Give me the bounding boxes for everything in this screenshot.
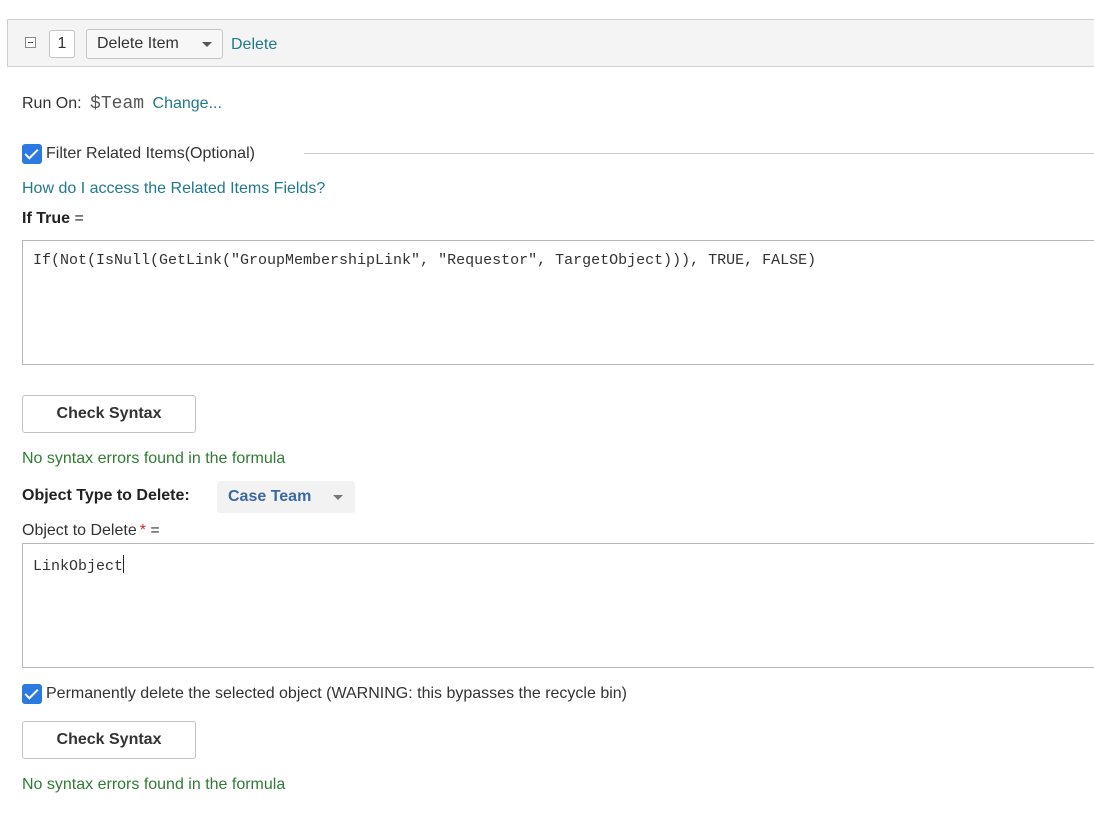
filter-formula-text: If(Not(IsNull(GetLink("GroupMembershipLi… (33, 252, 817, 269)
divider (304, 153, 1094, 154)
action-type-select[interactable]: Delete Item (86, 29, 223, 59)
syntax-status-2: No syntax errors found in the formula (22, 776, 286, 793)
check-syntax-button[interactable]: Check Syntax (22, 395, 196, 433)
syntax-status: No syntax errors found in the formula (22, 450, 286, 467)
chevron-down-icon (202, 42, 212, 47)
run-on-row: Run On: $Team Change... (22, 94, 222, 114)
object-to-delete-eq: = (145, 522, 160, 539)
object-to-delete-text: Object to Delete (22, 522, 137, 539)
if-true-eq: = (70, 210, 84, 227)
filter-checkbox[interactable] (22, 144, 42, 164)
filter-formula-editor[interactable]: If(Not(IsNull(GetLink("GroupMembershipLi… (22, 240, 1094, 365)
permanent-delete-checkbox[interactable] (22, 684, 42, 704)
permanent-delete-label: Permanently delete the selected object (… (46, 685, 627, 702)
run-on-label: Run On: (22, 95, 82, 112)
run-on-value: $Team (90, 94, 145, 114)
object-type-label: Object Type to Delete: (22, 487, 190, 504)
filter-label: Filter Related Items(Optional) (46, 145, 255, 162)
text-cursor (123, 555, 125, 573)
delete-step-link[interactable]: Delete (231, 36, 277, 54)
object-to-delete-label: Object to Delete * = (22, 522, 160, 540)
object-type-value: Case Team (228, 488, 312, 505)
step-header: 1 Delete Item Delete (7, 19, 1094, 67)
object-type-select[interactable]: Case Team (217, 481, 355, 513)
change-link[interactable]: Change... (153, 95, 222, 112)
object-to-delete-value: LinkObject (33, 558, 124, 575)
check-syntax-button-2[interactable]: Check Syntax (22, 721, 196, 759)
object-to-delete-editor[interactable]: LinkObject (22, 543, 1094, 668)
step-number[interactable]: 1 (49, 30, 75, 58)
action-type-value: Delete Item (97, 35, 179, 52)
if-true-label: If True = (22, 210, 84, 228)
if-true-text: If True (22, 210, 71, 227)
related-items-help-link[interactable]: How do I access the Related Items Fields… (22, 180, 325, 198)
chevron-down-icon (333, 495, 343, 500)
collapse-icon[interactable] (25, 37, 36, 48)
